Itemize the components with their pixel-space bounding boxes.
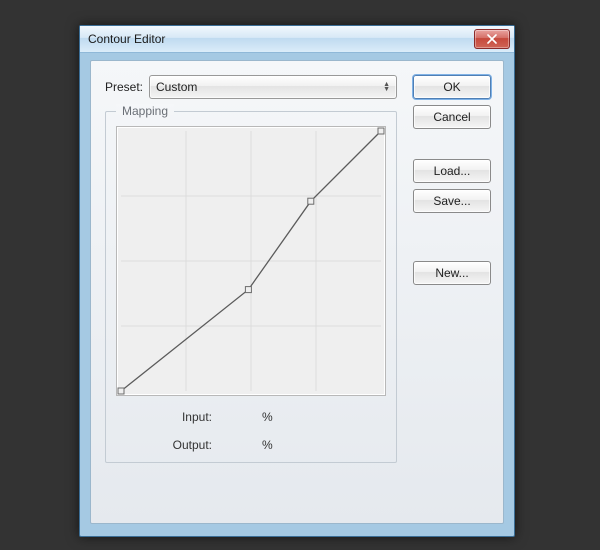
curve-point[interactable] (245, 287, 251, 293)
close-button[interactable] (474, 29, 510, 49)
curve-point[interactable] (118, 388, 124, 394)
left-column: Preset: Custom ▲▼ Mapping (105, 75, 397, 463)
mapping-legend: Mapping (116, 104, 174, 118)
curve-point[interactable] (308, 198, 314, 204)
titlebar[interactable]: Contour Editor (80, 26, 514, 53)
curve-editor[interactable] (116, 126, 386, 396)
curve-canvas (117, 127, 385, 395)
mapping-fieldset: Mapping Input: % Output: % (105, 111, 397, 463)
output-label: Output: (116, 438, 222, 452)
input-row: Input: % (116, 410, 386, 424)
combobox-stepper-icon: ▲▼ (383, 82, 390, 92)
cancel-button-label: Cancel (433, 110, 470, 124)
preset-value: Custom (156, 80, 197, 94)
cancel-button[interactable]: Cancel (413, 105, 491, 129)
output-unit: % (222, 438, 302, 452)
input-label: Input: (116, 410, 222, 424)
load-button-label: Load... (434, 164, 471, 178)
preset-row: Preset: Custom ▲▼ (105, 75, 397, 99)
new-button-label: New... (435, 266, 468, 280)
dialog-body: Preset: Custom ▲▼ Mapping (90, 60, 504, 524)
input-unit: % (222, 410, 302, 424)
dialog-window: Contour Editor Preset: Custom ▲▼ Mapping (79, 25, 515, 537)
save-button-label: Save... (433, 194, 470, 208)
spacer (413, 135, 489, 153)
output-row: Output: % (116, 438, 386, 452)
ok-button[interactable]: OK (413, 75, 491, 99)
curve-point[interactable] (378, 128, 384, 134)
close-icon (486, 34, 498, 44)
preset-combobox[interactable]: Custom ▲▼ (149, 75, 397, 99)
new-button[interactable]: New... (413, 261, 491, 285)
load-button[interactable]: Load... (413, 159, 491, 183)
save-button[interactable]: Save... (413, 189, 491, 213)
ok-button-label: OK (443, 80, 460, 94)
window-title: Contour Editor (88, 32, 474, 46)
preset-label: Preset: (105, 80, 143, 94)
spacer (413, 219, 489, 255)
button-column: OK Cancel Load... Save... New... (413, 75, 489, 285)
